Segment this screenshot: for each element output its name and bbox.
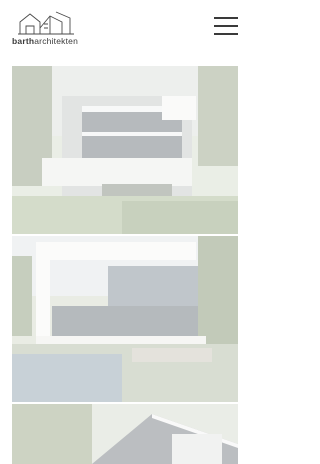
project-image-white-villa-pool[interactable] <box>12 236 238 402</box>
project-photo <box>12 66 238 234</box>
menu-line <box>214 17 238 19</box>
menu-line <box>214 33 238 35</box>
house-outline-logo-icon <box>18 11 74 35</box>
menu-line <box>214 25 238 27</box>
brand-name-light: architekten <box>34 36 79 46</box>
brand-logo[interactable]: bartharchitekten <box>10 8 90 46</box>
project-photo <box>12 404 238 464</box>
brand-name-bold: barth <box>12 36 35 46</box>
hamburger-menu-button[interactable] <box>212 14 240 38</box>
brand-wordmark: bartharchitekten <box>12 36 78 46</box>
project-image-house-roof[interactable] <box>12 404 238 464</box>
site-header: bartharchitekten <box>0 0 250 58</box>
project-image-glass-facade-house[interactable] <box>12 66 238 234</box>
project-photo <box>12 236 238 402</box>
